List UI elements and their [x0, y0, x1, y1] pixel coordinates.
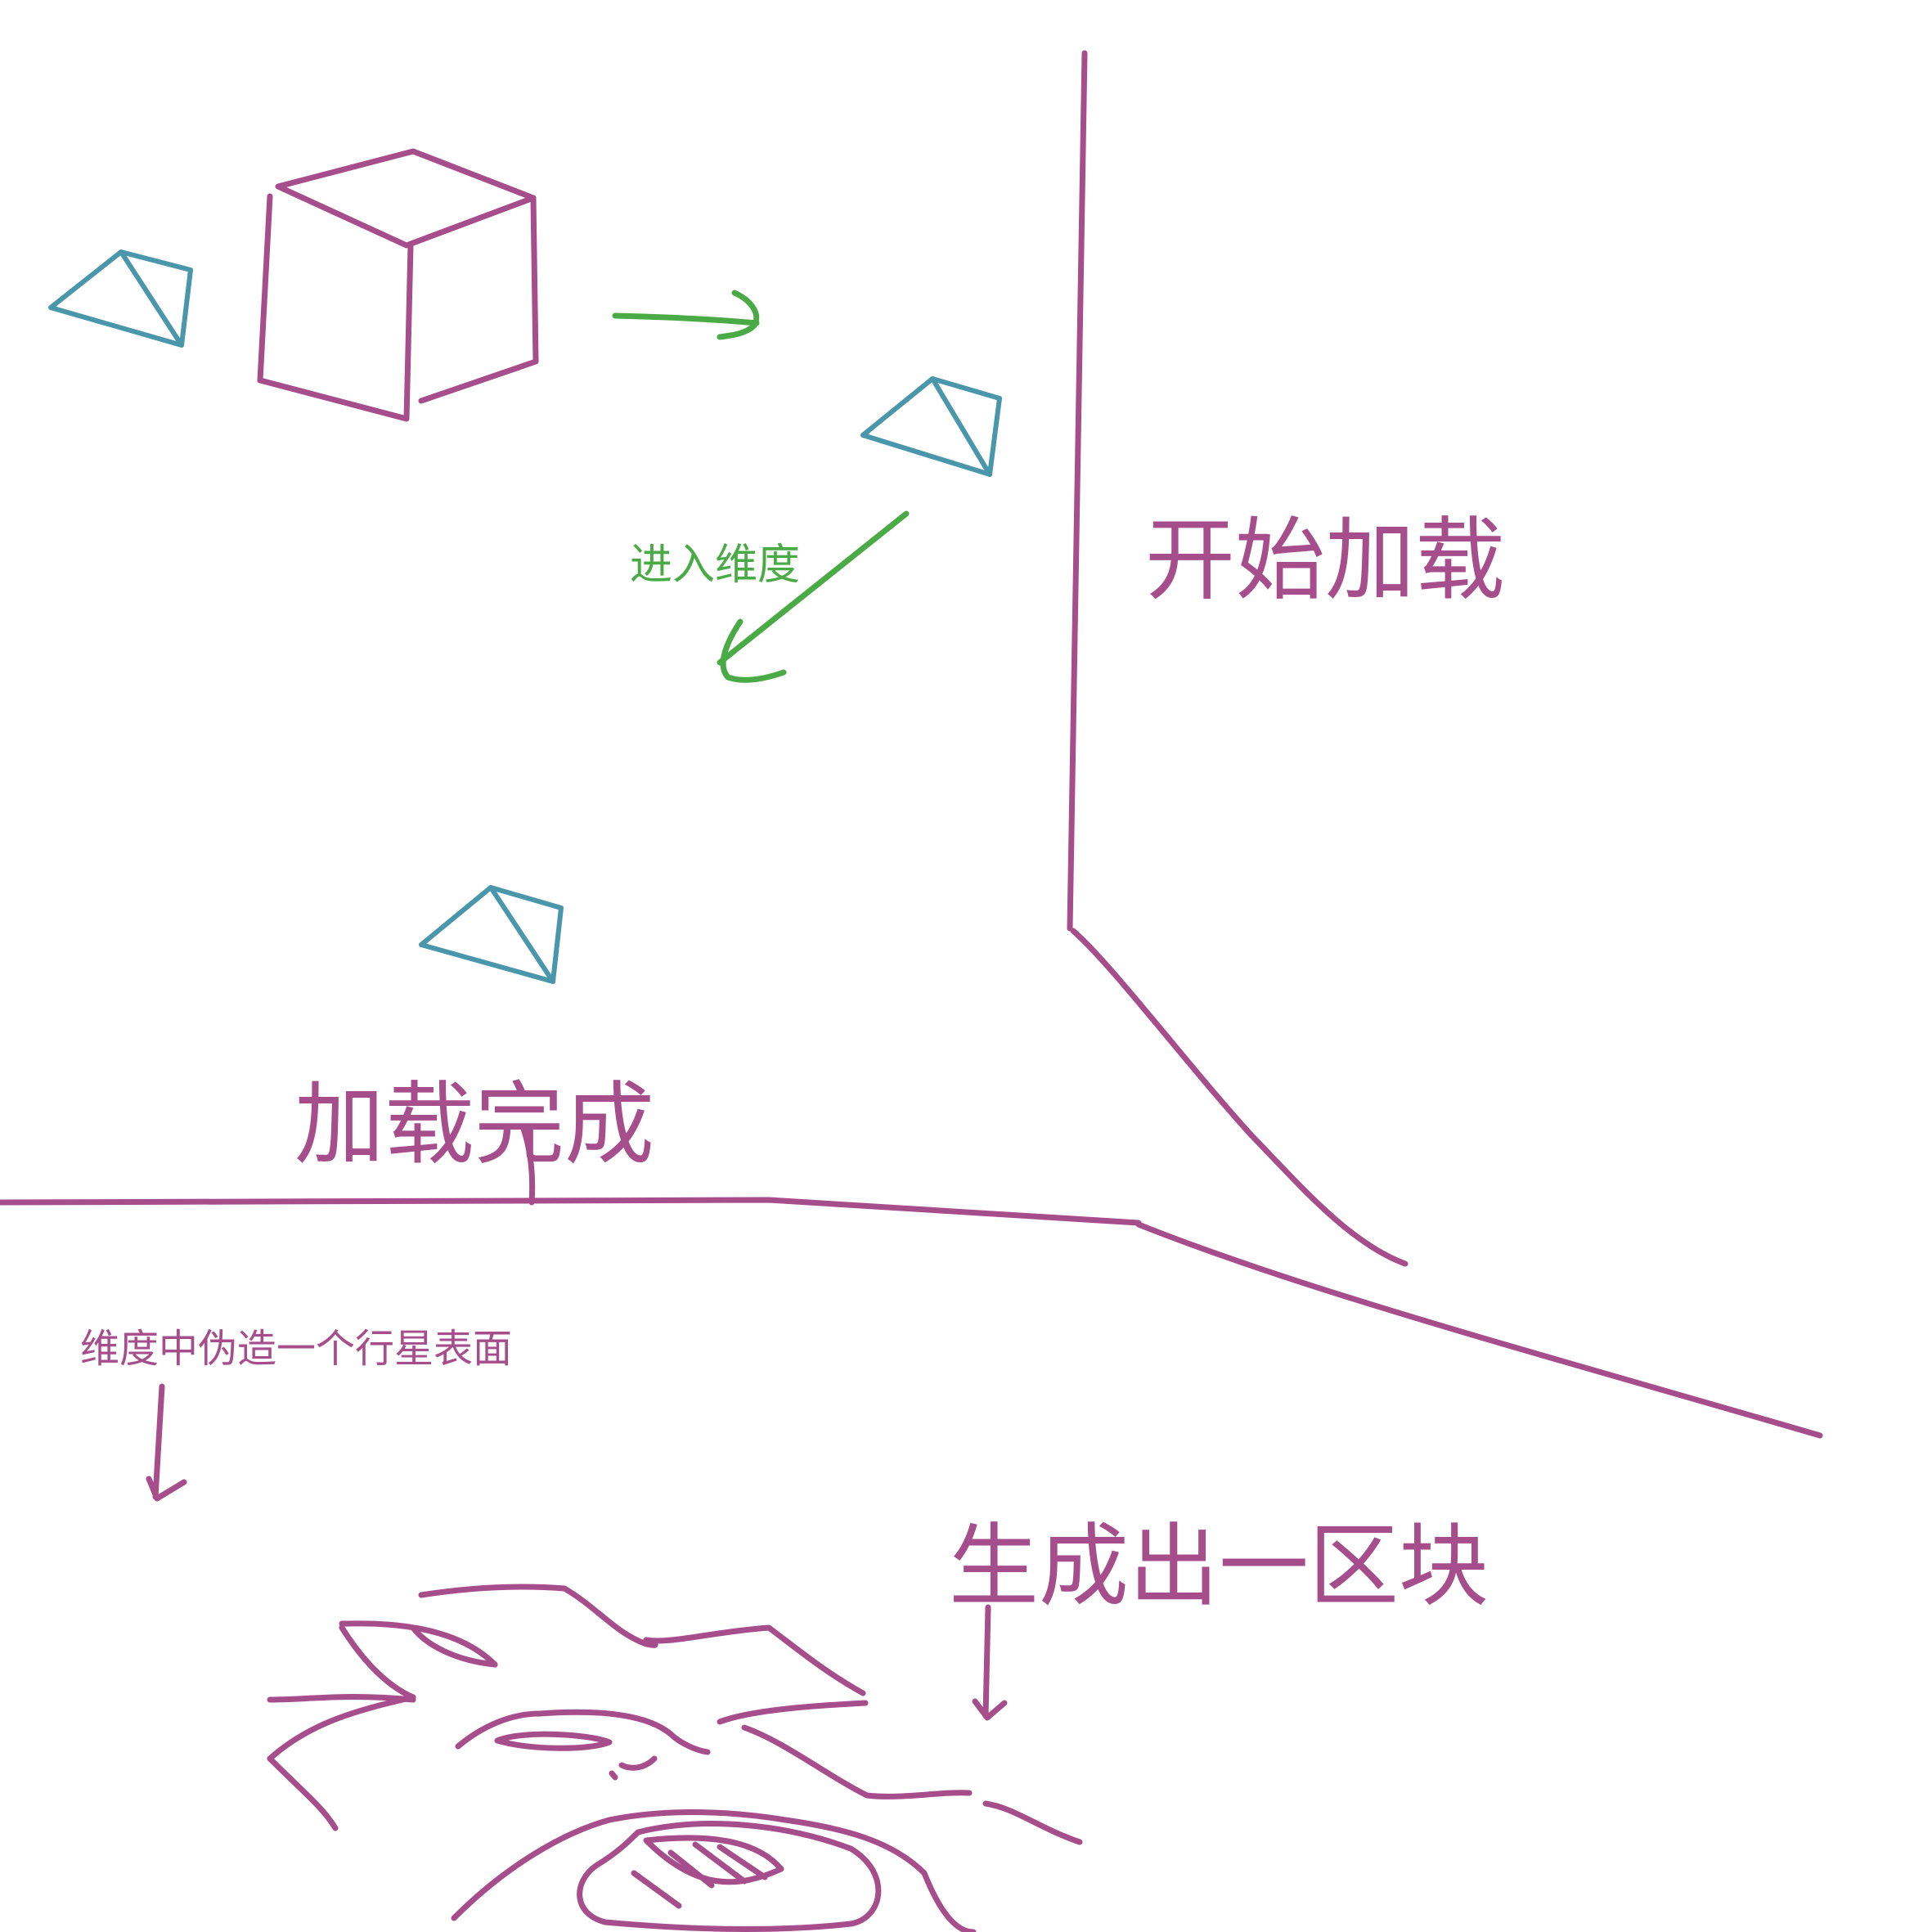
arrow-down-left [146, 1383, 187, 1502]
green-arrow-down-left [717, 510, 910, 683]
cube-shape [257, 148, 539, 422]
horizontal-boundary-line [0, 1197, 1823, 1439]
label-start-loading: 开始加载 [1145, 508, 1505, 613]
camera-icon-2 [860, 376, 1002, 477]
vertical-boundary-line [1067, 50, 1409, 1267]
label-generate-block: 生成出一区块 [949, 1514, 1489, 1619]
camera-icon-3 [419, 885, 564, 984]
sketch-drawing [0, 50, 1823, 1932]
camera-icon-1 [48, 249, 193, 348]
label-loading-done: 加载完成 [294, 1072, 654, 1177]
green-arrow-right [612, 290, 760, 340]
label-fake-planet-surface: 维度中伪造一个行星表面 [80, 1326, 513, 1372]
sketch-canvas: 开始加载 加载完成 进入维度 维度中伪造一个行星表面 生成出一区块 [0, 0, 1932, 1932]
label-enter-dimension: 进入维度 [630, 541, 801, 590]
arrow-down-right [972, 1604, 1008, 1721]
terrain-sketch [267, 1584, 1083, 1932]
